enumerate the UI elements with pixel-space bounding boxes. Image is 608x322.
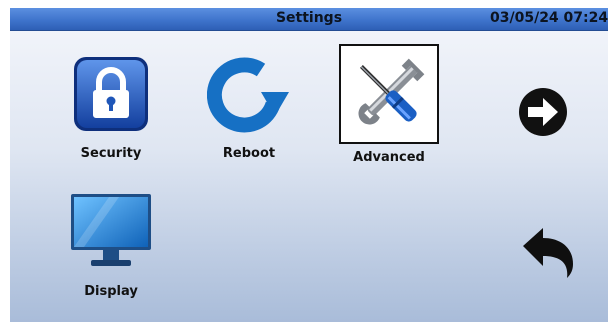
display-tile[interactable]: Display bbox=[51, 190, 171, 299]
settings-screen: Settings 03/05/24 07:24 Security Reboot … bbox=[10, 8, 608, 322]
security-tile[interactable]: Security bbox=[51, 52, 171, 161]
reboot-label: Reboot bbox=[222, 146, 276, 161]
padlock-icon bbox=[74, 57, 148, 131]
display-label: Display bbox=[84, 284, 138, 299]
next-button[interactable] bbox=[518, 87, 568, 141]
advanced-selection-box bbox=[339, 44, 439, 144]
datetime-display: 03/05/24 07:24 bbox=[490, 10, 608, 26]
back-arrow-icon bbox=[523, 228, 573, 278]
back-button[interactable] bbox=[519, 226, 575, 282]
reboot-arrow-icon bbox=[207, 57, 289, 133]
next-arrow-icon bbox=[519, 88, 567, 136]
monitor-icon bbox=[71, 194, 151, 266]
security-label: Security bbox=[80, 146, 142, 161]
title-bar: Settings 03/05/24 07:24 bbox=[10, 8, 608, 31]
advanced-tile[interactable]: Advanced bbox=[329, 44, 449, 165]
advanced-label: Advanced bbox=[353, 150, 425, 165]
reboot-tile[interactable]: Reboot bbox=[189, 52, 309, 161]
wrench-screwdriver-icon bbox=[358, 58, 425, 125]
